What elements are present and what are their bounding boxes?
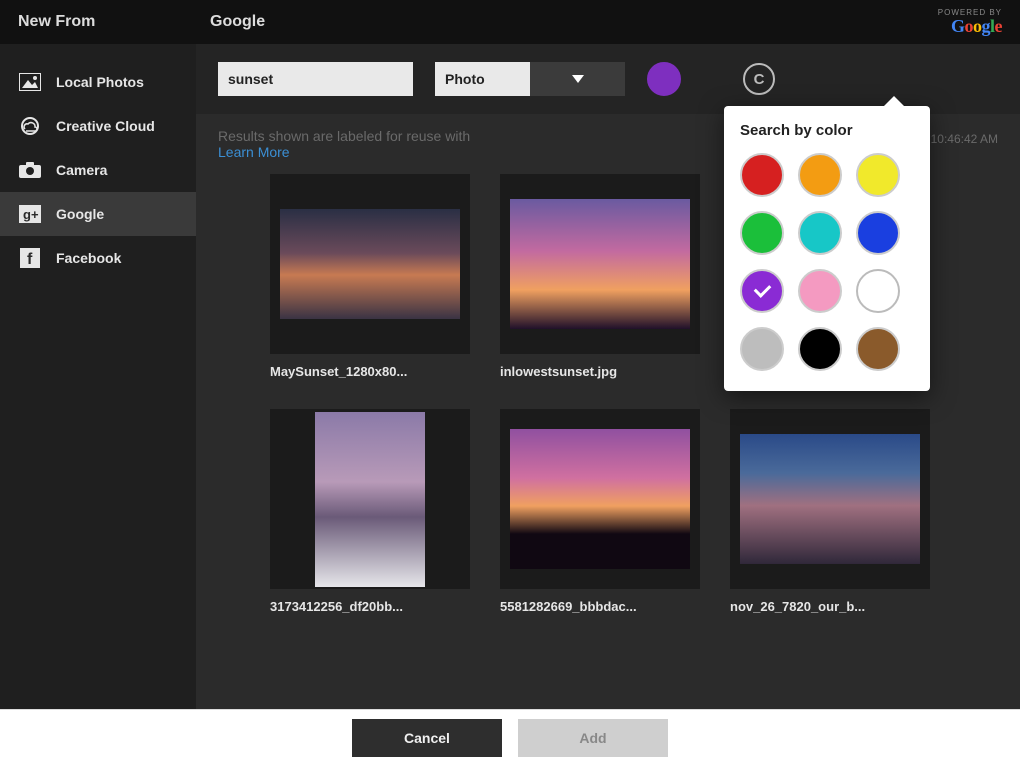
color-option-red[interactable] (740, 153, 784, 197)
result-filename: MaySunset_1280x80... (270, 354, 470, 379)
sidebar-item-label: Facebook (56, 250, 121, 266)
type-dropdown-label: Photo (435, 71, 530, 87)
result-thumb (730, 409, 930, 589)
result-card[interactable]: MaySunset_1280x80... (270, 174, 470, 379)
camera-icon (18, 160, 42, 180)
color-option-blue[interactable] (856, 211, 900, 255)
color-option-yellow[interactable] (856, 153, 900, 197)
result-thumb (500, 174, 700, 354)
license-filter-icon[interactable]: C (743, 63, 775, 95)
sidebar-item-camera[interactable]: Camera (0, 148, 196, 192)
google-plus-icon: g+ (18, 204, 42, 224)
result-filename: inlowestsunset.jpg (500, 354, 700, 379)
learn-more-link[interactable]: Learn More (218, 144, 290, 160)
sidebar-item-label: Camera (56, 162, 107, 178)
svg-text:f: f (27, 251, 33, 268)
color-option-white[interactable] (856, 269, 900, 313)
color-option-teal[interactable] (798, 211, 842, 255)
result-filename: nov_26_7820_our_b... (730, 589, 930, 614)
color-option-orange[interactable] (798, 153, 842, 197)
color-filter-swatch[interactable] (647, 62, 681, 96)
result-filename: 3173412256_df20bb... (270, 589, 470, 614)
search-input[interactable] (218, 62, 413, 96)
titlebar: New From Google POWERED BY Google (0, 0, 1020, 44)
color-option-gray[interactable] (740, 327, 784, 371)
main-panel: Photo C Results shown are labeled for re… (196, 44, 1020, 709)
image-icon (18, 72, 42, 92)
sidebar-item-local-photos[interactable]: Local Photos (0, 60, 196, 104)
color-option-purple[interactable] (740, 269, 784, 313)
color-option-brown[interactable] (856, 327, 900, 371)
color-option-pink[interactable] (798, 269, 842, 313)
cloud-icon (18, 116, 42, 136)
facebook-icon: f (18, 248, 42, 268)
result-card[interactable]: 5581282669_bbbdac... (500, 409, 700, 614)
title-left: New From (0, 13, 196, 31)
meta-text: Results shown are labeled for reuse with (218, 128, 470, 144)
result-card[interactable]: inlowestsunset.jpg (500, 174, 700, 379)
result-thumb (270, 409, 470, 589)
source-sidebar: Local Photos Creative Cloud Camera g+ Go… (0, 44, 196, 709)
svg-text:g+: g+ (23, 207, 39, 222)
chevron-down-icon (530, 62, 625, 96)
color-popover-title: Search by color (740, 122, 914, 139)
powered-by-google: POWERED BY Google (938, 9, 1020, 35)
result-filename: 5581282669_bbbdac... (500, 589, 700, 614)
color-swatch-list (740, 153, 914, 371)
color-option-green[interactable] (740, 211, 784, 255)
result-thumb (500, 409, 700, 589)
google-logo: Google (951, 17, 1002, 35)
add-button[interactable]: Add (518, 719, 668, 757)
title-section: Google (196, 13, 938, 31)
result-card[interactable]: 3173412256_df20bb... (270, 409, 470, 614)
color-option-black[interactable] (798, 327, 842, 371)
sidebar-item-label: Local Photos (56, 74, 144, 90)
sidebar-item-label: Creative Cloud (56, 118, 155, 134)
color-popover: Search by color (724, 106, 930, 391)
result-thumb (270, 174, 470, 354)
sidebar-item-label: Google (56, 206, 104, 222)
result-card[interactable]: nov_26_7820_our_b... (730, 409, 930, 614)
type-dropdown[interactable]: Photo (435, 62, 625, 96)
sidebar-item-creative-cloud[interactable]: Creative Cloud (0, 104, 196, 148)
cancel-button[interactable]: Cancel (352, 719, 502, 757)
footer-bar: Cancel Add (0, 709, 1020, 765)
sidebar-item-facebook[interactable]: f Facebook (0, 236, 196, 280)
sidebar-item-google[interactable]: g+ Google (0, 192, 196, 236)
